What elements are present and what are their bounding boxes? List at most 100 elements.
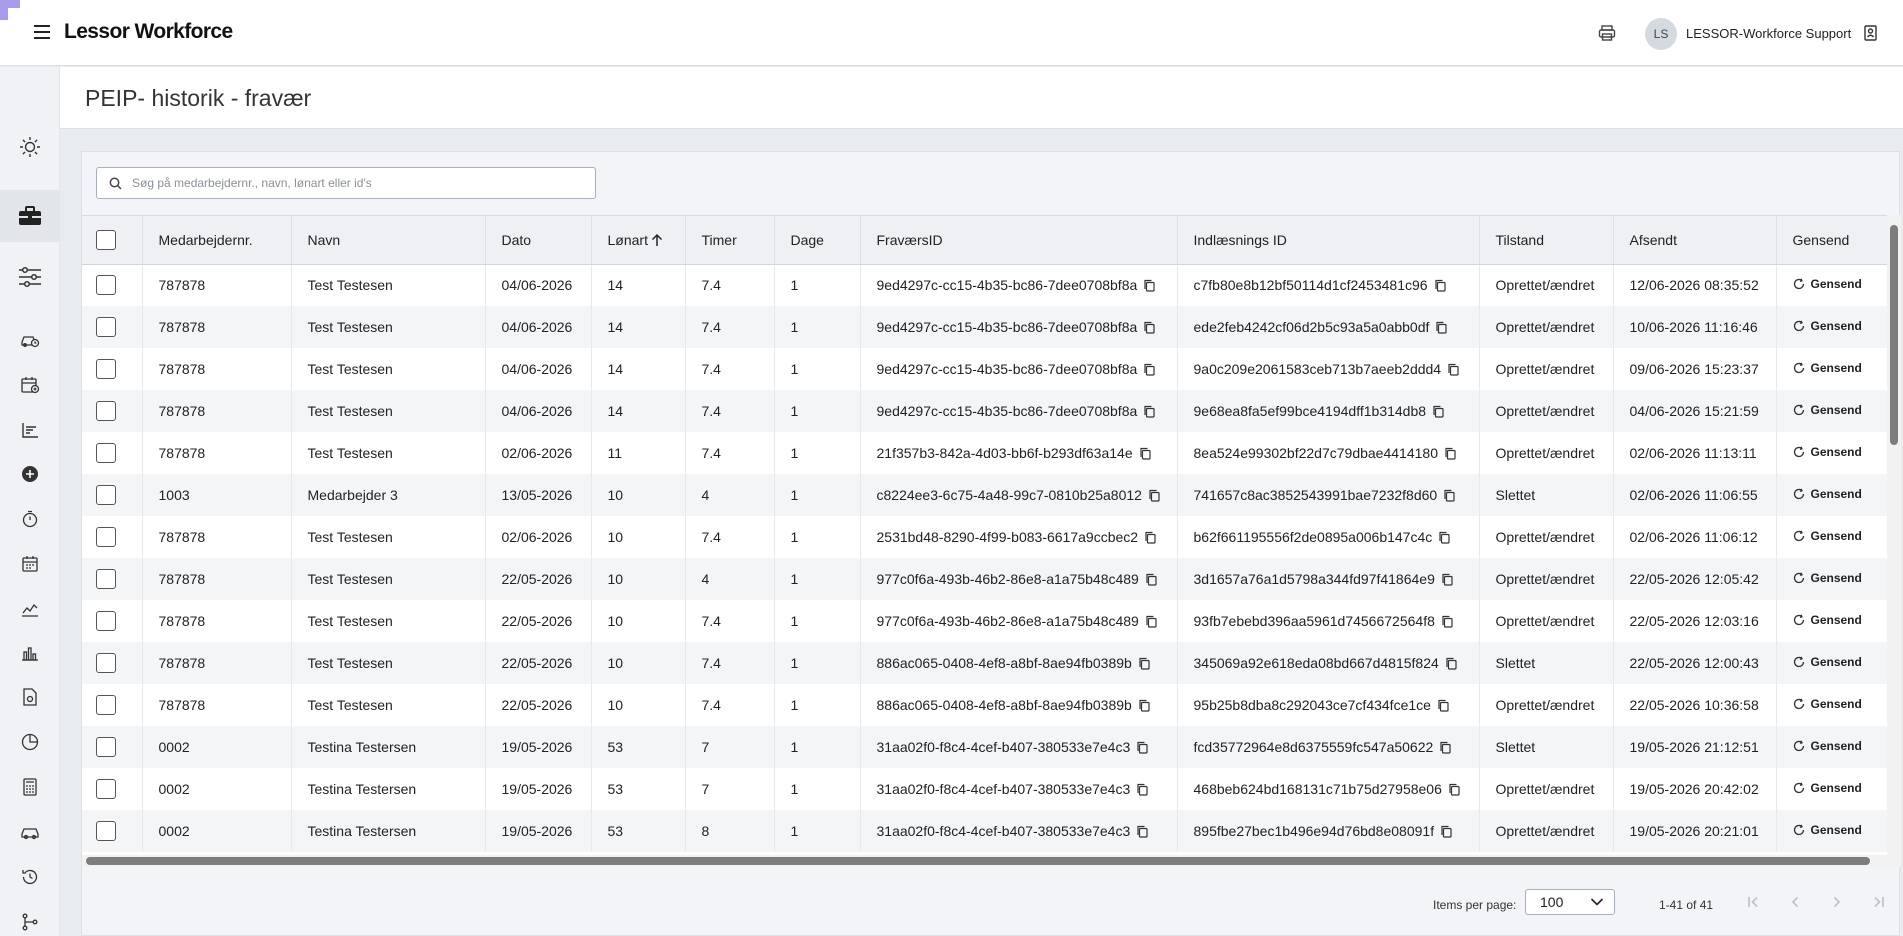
copy-icon[interactable] — [1448, 783, 1460, 796]
vertical-scroll-thumb[interactable] — [1890, 225, 1898, 445]
table-row[interactable]: 787878 Test Testesen 22/05-2026 10 7.4 1 886ac… — [82, 642, 1887, 684]
row-checkbox[interactable] — [96, 443, 116, 463]
sidebar-item-trend[interactable] — [0, 594, 60, 624]
sidebar-item-add[interactable] — [0, 459, 60, 489]
sidebar-item-calendar-add[interactable] — [0, 370, 60, 400]
row-checkbox[interactable] — [96, 485, 116, 505]
copy-icon[interactable] — [1145, 573, 1157, 586]
resend-button[interactable]: Gensend — [1793, 487, 1862, 501]
sidebar-item-sun[interactable] — [0, 127, 60, 167]
table-row[interactable]: 0002 Testina Testersen 19/05-2026 53 7 1 31aa0… — [82, 768, 1887, 810]
sidebar-item-settings[interactable] — [0, 255, 60, 299]
avatar[interactable]: LS — [1645, 18, 1677, 50]
column-header-import-id[interactable]: Indlæsnings ID — [1177, 216, 1480, 265]
resend-button[interactable]: Gensend — [1793, 739, 1862, 753]
row-checkbox[interactable] — [96, 527, 116, 547]
copy-icon[interactable] — [1437, 699, 1449, 712]
copy-icon[interactable] — [1143, 363, 1155, 376]
table-row[interactable]: 787878 Test Testesen 04/06-2026 14 7.4 1 9ed42… — [82, 306, 1887, 348]
table-row[interactable]: 787878 Test Testesen 22/05-2026 10 7.4 1 977c0… — [82, 600, 1887, 642]
search-box[interactable] — [96, 167, 596, 199]
resend-button[interactable]: Gensend — [1793, 445, 1862, 459]
copy-icon[interactable] — [1432, 405, 1444, 418]
table-row[interactable]: 787878 Test Testesen 02/06-2026 11 7.4 1 21f35… — [82, 432, 1887, 474]
sidebar-item-briefcase[interactable] — [0, 190, 60, 242]
column-header-absence-id[interactable]: FraværsID — [860, 216, 1178, 265]
copy-icon[interactable] — [1136, 741, 1148, 754]
select-all-checkbox[interactable] — [96, 229, 116, 250]
copy-icon[interactable] — [1148, 489, 1160, 502]
table-row[interactable]: 787878 Test Testesen 22/05-2026 10 4 1 977c0f6… — [82, 558, 1887, 600]
copy-icon[interactable] — [1439, 741, 1451, 754]
sidebar-item-pie-chart[interactable] — [0, 727, 60, 757]
resend-button[interactable]: Gensend — [1793, 823, 1862, 837]
printer-icon[interactable] — [1597, 23, 1617, 43]
table-row[interactable]: 787878 Test Testesen 04/06-2026 14 7.4 1 9ed42… — [82, 264, 1887, 306]
sidebar-item-document[interactable] — [0, 682, 60, 712]
copy-icon[interactable] — [1136, 825, 1148, 838]
copy-icon[interactable] — [1441, 573, 1453, 586]
copy-icon[interactable] — [1143, 405, 1155, 418]
horizontal-scrollbar[interactable] — [82, 855, 1901, 867]
table-row[interactable]: 0002 Testina Testersen 19/05-2026 53 7 1 31aa0… — [82, 726, 1887, 768]
first-page-button[interactable] — [1743, 892, 1763, 912]
copy-icon[interactable] — [1440, 825, 1452, 838]
row-checkbox[interactable] — [96, 737, 116, 757]
row-checkbox[interactable] — [96, 569, 116, 589]
copy-icon[interactable] — [1447, 363, 1459, 376]
vertical-scrollbar[interactable] — [1887, 215, 1901, 855]
next-page-button[interactable] — [1827, 892, 1847, 912]
items-per-page-select[interactable]: 100 — [1525, 889, 1615, 915]
copy-icon[interactable] — [1441, 615, 1453, 628]
row-checkbox[interactable] — [96, 653, 116, 673]
copy-icon[interactable] — [1143, 279, 1155, 292]
resend-button[interactable]: Gensend — [1793, 697, 1862, 711]
previous-page-button[interactable] — [1785, 892, 1805, 912]
column-header-days[interactable]: Dage — [774, 216, 861, 265]
row-checkbox[interactable] — [96, 401, 116, 421]
table-row[interactable]: 787878 Test Testesen 04/06-2026 14 7.4 1 9ed42… — [82, 348, 1887, 390]
column-header-name[interactable]: Navn — [291, 216, 486, 265]
last-page-button[interactable] — [1869, 892, 1889, 912]
resend-button[interactable]: Gensend — [1793, 403, 1862, 417]
horizontal-scroll-thumb[interactable] — [86, 857, 1870, 865]
copy-icon[interactable] — [1138, 657, 1150, 670]
resend-button[interactable]: Gensend — [1793, 655, 1862, 669]
logout-icon[interactable] — [1862, 24, 1880, 42]
table-row[interactable]: 1003 Medarbejder 3 13/05-2026 10 4 1 c8224ee3-… — [82, 474, 1887, 516]
resend-button[interactable]: Gensend — [1793, 529, 1862, 543]
row-checkbox[interactable] — [96, 359, 116, 379]
column-header-date[interactable]: Dato — [485, 216, 592, 265]
resend-button[interactable]: Gensend — [1793, 571, 1862, 585]
sidebar-item-bar-list[interactable] — [0, 415, 60, 445]
row-checkbox[interactable] — [96, 695, 116, 715]
row-checkbox[interactable] — [96, 317, 116, 337]
row-checkbox[interactable] — [96, 779, 116, 799]
table-row[interactable]: 787878 Test Testesen 04/06-2026 14 7.4 1 9ed42… — [82, 390, 1887, 432]
column-header-emp-no[interactable]: Medarbejdernr. — [142, 216, 292, 265]
sidebar-item-calendar[interactable] — [0, 549, 60, 579]
resend-button[interactable]: Gensend — [1793, 277, 1862, 291]
copy-icon[interactable] — [1438, 531, 1450, 544]
sidebar-item-car-clock[interactable] — [0, 325, 60, 355]
copy-icon[interactable] — [1435, 321, 1448, 334]
copy-icon[interactable] — [1136, 783, 1148, 796]
user-name[interactable]: LESSOR-Workforce Support — [1686, 26, 1851, 41]
column-header-sent[interactable]: Afsendt — [1613, 216, 1777, 265]
sidebar-item-car[interactable] — [0, 817, 60, 847]
sidebar-item-branch[interactable] — [0, 907, 60, 936]
table-row[interactable]: 0002 Testina Testersen 19/05-2026 53 8 1 31aa0… — [82, 810, 1887, 852]
copy-icon[interactable] — [1445, 657, 1457, 670]
sidebar-item-history[interactable] — [0, 862, 60, 892]
table-row[interactable]: 787878 Test Testesen 02/06-2026 10 7.4 1 2531b… — [82, 516, 1887, 558]
search-input[interactable] — [132, 176, 572, 190]
column-header-state[interactable]: Tilstand — [1479, 216, 1614, 265]
copy-icon[interactable] — [1143, 321, 1155, 334]
sidebar-item-bar-chart[interactable] — [0, 638, 60, 668]
copy-icon[interactable] — [1138, 699, 1150, 712]
sidebar-item-calculator[interactable] — [0, 772, 60, 802]
copy-icon[interactable] — [1144, 531, 1156, 544]
menu-icon[interactable] — [34, 25, 50, 39]
row-checkbox[interactable] — [96, 275, 116, 296]
resend-button[interactable]: Gensend — [1793, 361, 1862, 375]
